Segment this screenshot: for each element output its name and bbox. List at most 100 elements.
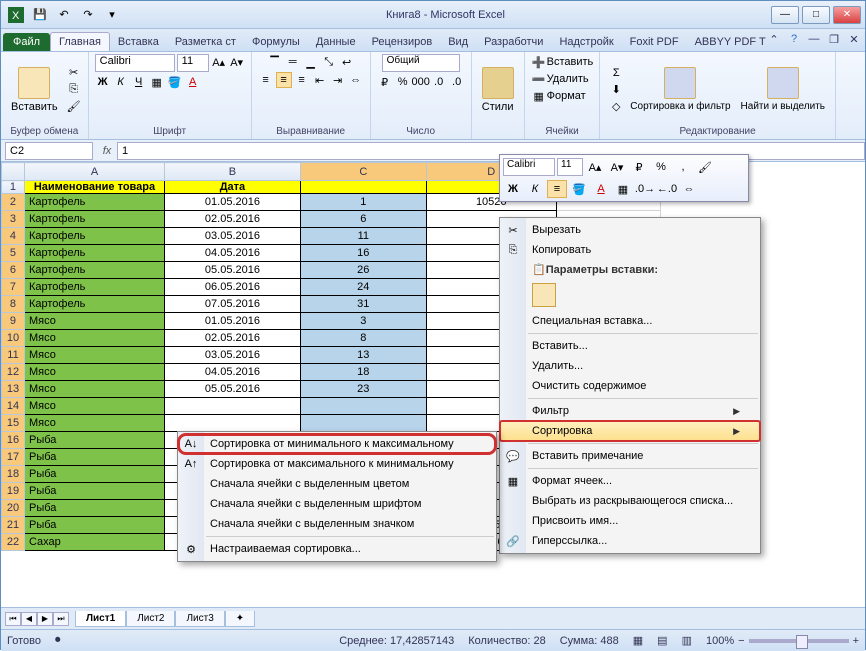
cell[interactable]: 07.05.2016 [165,296,301,313]
sheet-nav-prev-icon[interactable]: ◀ [21,612,37,626]
row-header[interactable]: 10 [2,330,25,347]
mini-border-icon[interactable]: ▦ [613,180,633,198]
cell[interactable]: Картофель [24,245,164,262]
doc-minimize-icon[interactable]: — [807,32,821,46]
cell[interactable]: 05.05.2016 [165,262,301,279]
ctx-define-name[interactable]: Присвоить имя... [500,511,760,531]
tab-insert[interactable]: Вставка [110,33,167,51]
cell[interactable]: Рыба [24,432,164,449]
indent-dec-icon[interactable]: ⇤ [312,72,328,88]
sheet-nav-next-icon[interactable]: ▶ [37,612,53,626]
view-break-icon[interactable]: ▥ [682,634,692,647]
cell[interactable]: 02.05.2016 [165,330,301,347]
maximize-button[interactable]: □ [802,6,830,24]
cell[interactable]: Рыба [24,517,164,534]
zoom-control[interactable]: 100% − + [706,635,859,647]
mini-percent-icon[interactable]: % [651,158,671,176]
fill-icon[interactable]: ⬇ [608,82,624,98]
mini-font-size[interactable]: 11 [557,158,583,176]
sort-by-icon[interactable]: Сначала ячейки с выделенным значком [178,514,496,534]
cell[interactable] [165,398,301,415]
row-header[interactable]: 2 [2,194,25,211]
mini-fill-color-icon[interactable]: 🪣 [569,180,589,198]
font-color-icon[interactable]: A [185,74,201,90]
font-name-select[interactable]: Calibri [95,54,175,72]
ctx-pick-from-list[interactable]: Выбрать из раскрывающегося списка... [500,491,760,511]
align-top-icon[interactable]: ▔ [267,54,283,70]
mini-grow-font-icon[interactable]: A▴ [585,158,605,176]
cell[interactable]: Мясо [24,381,164,398]
minimize-button[interactable]: — [771,6,799,24]
zoom-in-icon[interactable]: + [853,635,859,647]
merge-icon[interactable]: ⇔ [348,72,364,88]
row-header[interactable]: 19 [2,483,25,500]
underline-icon[interactable]: Ч [131,74,147,90]
mini-comma-icon[interactable]: , [673,158,693,176]
row-header[interactable]: 3 [2,211,25,228]
ctx-hyperlink[interactable]: 🔗Гиперссылка... [500,531,760,551]
mini-align-center-icon[interactable]: ≡ [547,180,567,198]
row-header[interactable]: 6 [2,262,25,279]
mini-currency-icon[interactable]: ₽ [629,158,649,176]
sort-custom[interactable]: ⚙Настраиваемая сортировка... [178,539,496,559]
tab-data[interactable]: Данные [308,33,364,51]
ctx-delete[interactable]: Удалить... [500,356,760,376]
tab-review[interactable]: Рецензиров [364,33,441,51]
clear-icon[interactable]: ◇ [608,99,624,115]
zoom-out-icon[interactable]: − [738,635,744,647]
shrink-font-icon[interactable]: A▾ [229,54,245,70]
mini-shrink-font-icon[interactable]: A▾ [607,158,627,176]
row-header[interactable]: 8 [2,296,25,313]
cells-format-button[interactable]: ▦Формат [531,88,586,104]
paste-button[interactable]: Вставить [7,65,62,115]
row-header[interactable]: 21 [2,517,25,534]
sort-by-cell-color[interactable]: Сначала ячейки с выделенным цветом [178,474,496,494]
align-middle-icon[interactable]: ═ [285,54,301,70]
italic-icon[interactable]: К [113,74,129,90]
number-format-select[interactable]: Общий [382,54,460,72]
ctx-clear[interactable]: Очистить содержимое [500,376,760,396]
save-icon[interactable]: 💾 [29,5,51,25]
sort-asc[interactable]: A↓Сортировка от минимального к максималь… [178,434,496,454]
tab-addins[interactable]: Надстройк [551,33,621,51]
row-header[interactable]: 22 [2,534,25,551]
comma-icon[interactable]: 000 [413,74,429,90]
view-layout-icon[interactable]: ▤ [657,634,667,647]
copy-icon[interactable]: ⎘ [66,82,82,98]
ctx-paste-special[interactable]: Специальная вставка... [500,311,760,331]
header-cell[interactable]: Дата [165,181,301,194]
cell[interactable]: Сахар [24,534,164,551]
align-left-icon[interactable]: ≡ [258,72,274,88]
cell[interactable]: Мясо [24,330,164,347]
cell[interactable]: Картофель [24,296,164,313]
doc-close-icon[interactable]: ✕ [847,32,861,46]
ctx-insert[interactable]: Вставить... [500,336,760,356]
row-header[interactable]: 20 [2,500,25,517]
row-header[interactable]: 11 [2,347,25,364]
zoom-slider[interactable] [749,639,849,643]
cell[interactable]: Мясо [24,347,164,364]
row-header[interactable]: 15 [2,415,25,432]
cell[interactable]: 04.05.2016 [165,364,301,381]
format-painter-icon[interactable]: 🖌 [66,99,82,115]
fill-color-icon[interactable]: 🪣 [167,74,183,90]
row-header[interactable]: 14 [2,398,25,415]
sheet-nav-first-icon[interactable]: ⏮ [5,612,21,626]
cell[interactable]: 01.05.2016 [165,194,301,211]
cells-delete-button[interactable]: ➖Удалить [531,71,589,87]
cell[interactable]: 05.05.2016 [165,381,301,398]
inc-decimal-icon[interactable]: .0 [431,74,447,90]
qat-more-icon[interactable]: ▾ [101,5,123,25]
tab-developer[interactable]: Разработчи [476,33,551,51]
tab-foxit[interactable]: Foxit PDF [622,33,687,51]
header-cell[interactable]: Наименование товара [24,181,164,194]
undo-icon[interactable]: ↶ [53,5,75,25]
cell[interactable]: 03.05.2016 [165,228,301,245]
mini-bold-icon[interactable]: Ж [503,180,523,198]
cell[interactable]: 01.05.2016 [165,313,301,330]
cell[interactable]: Рыба [24,483,164,500]
tab-home[interactable]: Главная [50,32,110,51]
ctx-cut[interactable]: ✂Вырезать [500,220,760,240]
align-bottom-icon[interactable]: ▁ [303,54,319,70]
tab-layout[interactable]: Разметка ст [167,33,244,51]
